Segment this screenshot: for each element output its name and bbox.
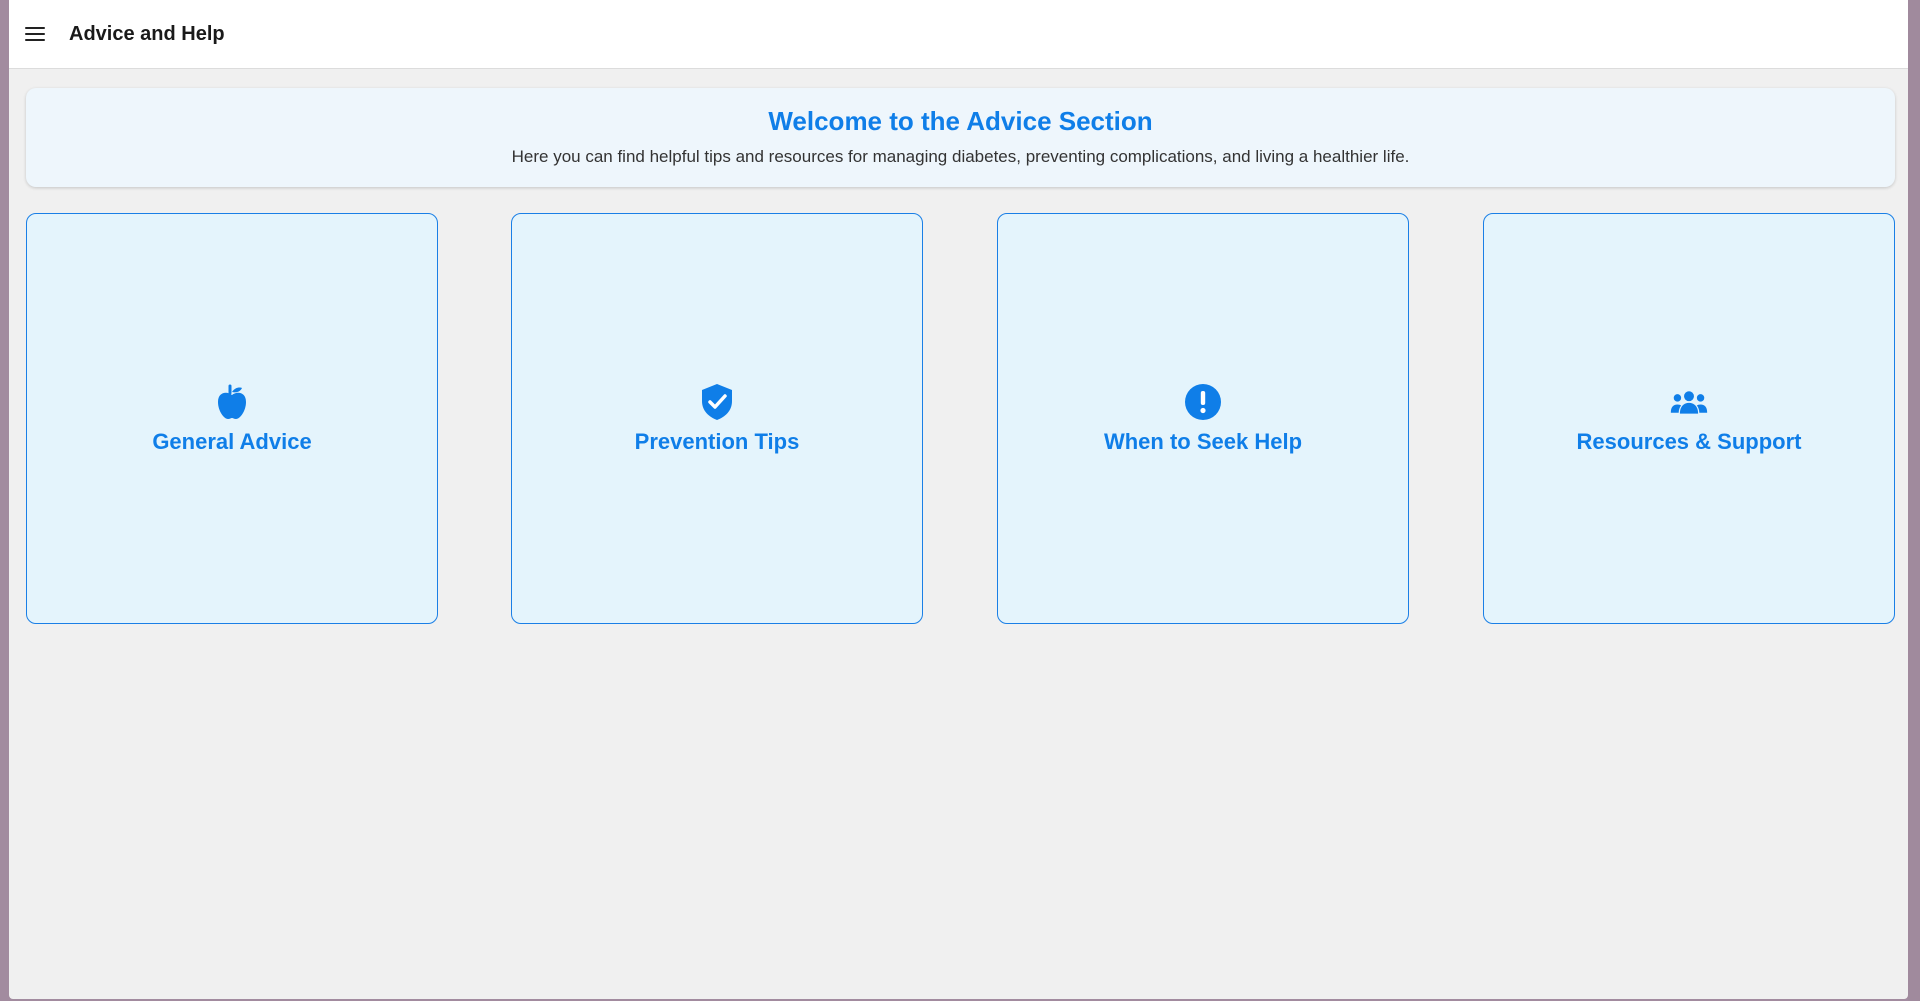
page-title: Advice and Help [69, 22, 225, 45]
app-window: Advice and Help Welcome to the Advice Se… [9, 0, 1908, 999]
shield-check-icon [698, 383, 736, 421]
welcome-title: Welcome to the Advice Section [768, 106, 1153, 136]
card-label: General Advice [152, 428, 312, 454]
welcome-banner: Welcome to the Advice Section Here you c… [26, 88, 1895, 187]
card-label: When to Seek Help [1103, 428, 1303, 454]
exclamation-circle-icon [1184, 383, 1222, 421]
window-edge [1908, 0, 1920, 1001]
card-when-to-seek-help[interactable]: When to Seek Help [997, 213, 1409, 624]
card-label: Resources & Support [1576, 428, 1802, 454]
apple-icon [213, 383, 251, 421]
advice-cards: General Advice Prevention Tips When to S… [26, 213, 1895, 624]
hamburger-menu-icon[interactable] [25, 22, 49, 46]
card-prevention-tips[interactable]: Prevention Tips [511, 213, 923, 624]
card-resources-support[interactable]: Resources & Support [1483, 213, 1895, 624]
welcome-subtitle: Here you can find helpful tips and resou… [511, 147, 1410, 166]
card-general-advice[interactable]: General Advice [26, 213, 438, 624]
top-app-bar: Advice and Help [9, 0, 1908, 69]
card-label: Prevention Tips [634, 428, 800, 454]
people-group-icon [1670, 383, 1708, 421]
